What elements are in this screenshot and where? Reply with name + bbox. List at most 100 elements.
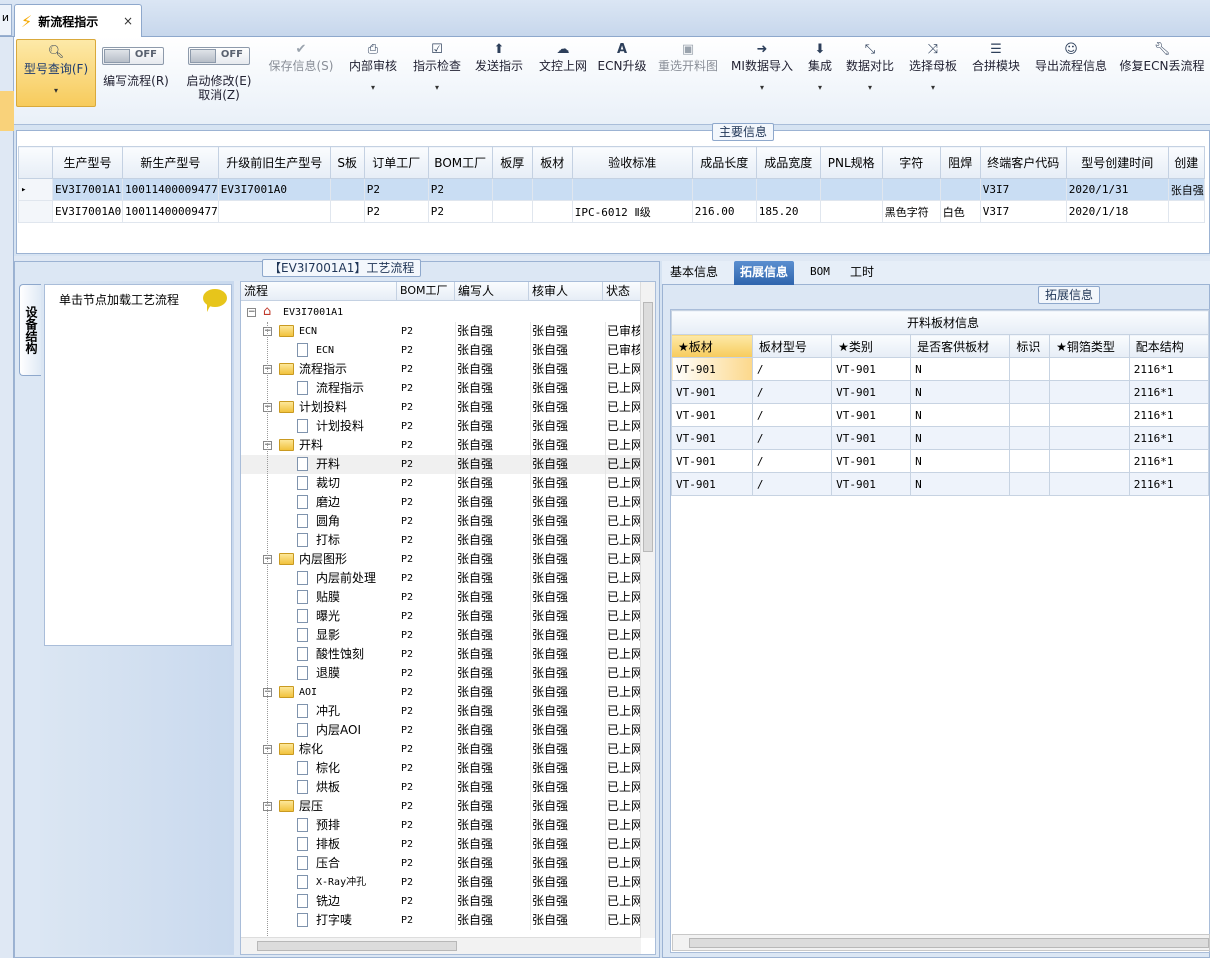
tree-horizontal-scrollbar[interactable] (241, 937, 641, 954)
integrate-button[interactable]: ⬇ 集成 ▾ (802, 37, 838, 125)
main-col-header[interactable]: 验收标准 (571, 146, 693, 179)
ext-col-header[interactable]: 标识 (1009, 334, 1051, 358)
tree-row[interactable]: 棕化 P2 张自强 张自强 已上网 (241, 759, 641, 778)
tree-row[interactable]: 打标 P2 张自强 张自强 已上网 (241, 531, 641, 550)
ecn-upgrade-button[interactable]: A ECN升级 (596, 37, 648, 125)
table-cell[interactable]: N (910, 380, 1011, 404)
row-selector[interactable]: ▸ (18, 178, 53, 201)
col-header-flow[interactable]: 流程 (241, 282, 397, 301)
table-row[interactable]: VT-901/VT-901 N 2116*1 (671, 357, 1210, 381)
tab-basic-info[interactable]: 基本信息 (664, 261, 724, 285)
main-col-header[interactable]: BOM工厂 (427, 146, 493, 179)
table-cell[interactable]: / (751, 403, 833, 427)
table-cell[interactable] (1167, 200, 1205, 223)
chevron-down-icon[interactable]: ▾ (728, 83, 796, 92)
main-col-header[interactable]: S板 (329, 146, 365, 179)
table-cell[interactable]: N (910, 357, 1011, 381)
tree-row[interactable]: − 棕化 P2 张自强 张自强 已上网 (241, 740, 641, 759)
table-cell[interactable]: VT-901 (831, 426, 912, 450)
table-cell[interactable]: / (751, 449, 833, 473)
tree-row[interactable]: − 层压 P2 张自强 张自强 已上网 (241, 797, 641, 816)
table-cell[interactable]: P2 (363, 200, 429, 223)
table-cell[interactable] (531, 178, 573, 201)
reselect-cut-drawing-button[interactable]: ▣ 重选开料图 (654, 37, 722, 125)
chevron-down-icon[interactable]: ▾ (802, 83, 838, 92)
write-flow-toggle[interactable]: OFF (102, 47, 164, 65)
table-cell[interactable]: VT-901 (831, 357, 912, 381)
main-col-header[interactable]: 字符 (881, 146, 941, 179)
table-cell[interactable] (1009, 403, 1051, 427)
table-cell[interactable] (1049, 449, 1130, 473)
main-col-header[interactable]: 升级前旧生产型号 (217, 146, 331, 179)
col-header-reviewer[interactable]: 核审人 (529, 282, 603, 301)
table-cell[interactable] (329, 178, 365, 201)
table-cell[interactable] (819, 200, 883, 223)
table-cell[interactable] (939, 178, 981, 201)
tab-new-flow-instruction[interactable]: ⚡ 新流程指示 × (14, 4, 142, 37)
main-col-header[interactable]: 板材 (531, 146, 573, 179)
table-cell[interactable]: / (751, 426, 833, 450)
select-mother-board-button[interactable]: ⤨ 选择母板 ▾ (904, 37, 962, 125)
table-cell[interactable]: 2116*1 (1128, 403, 1210, 427)
start-modify-toggle[interactable]: OFF (188, 47, 250, 65)
tab-extended-info[interactable]: 拓展信息 (734, 261, 795, 285)
table-cell[interactable] (1049, 380, 1130, 404)
table-cell[interactable]: VT-901 (671, 426, 753, 450)
col-header-bom-factory[interactable]: BOM工厂 (397, 282, 455, 301)
tree-row[interactable]: 排板 P2 张自强 张自强 已上网 (241, 835, 641, 854)
node-load-panel[interactable]: 单击节点加载工艺流程 (44, 284, 232, 646)
table-cell[interactable]: VT-901 (671, 449, 753, 473)
tab-bom[interactable]: BOM (804, 261, 836, 285)
tree-row[interactable]: 圆角 P2 张自强 张自强 已上网 (241, 512, 641, 531)
table-cell[interactable] (1049, 472, 1130, 496)
cancel-label[interactable]: 取消(Z) (180, 88, 258, 102)
table-cell[interactable]: 2116*1 (1128, 426, 1210, 450)
scroll-thumb[interactable] (689, 938, 1209, 948)
table-cell[interactable]: 2116*1 (1128, 449, 1210, 473)
table-cell[interactable]: N (910, 472, 1011, 496)
main-col-header[interactable]: 生产型号 (52, 146, 123, 179)
ext-col-header[interactable]: ★铜箔类型 (1049, 334, 1130, 358)
chevron-down-icon[interactable]: ▾ (408, 83, 466, 92)
ext-col-header[interactable]: 是否客供板材 (910, 334, 1011, 358)
table-row[interactable]: VT-901/VT-901 N 2116*1 (671, 472, 1210, 496)
table-cell[interactable]: 185.20 (755, 200, 821, 223)
ext-col-header[interactable]: ★类别 (831, 334, 912, 358)
tree-row[interactable]: 曝光 P2 张自强 张自强 已上网 (241, 607, 641, 626)
table-cell[interactable]: / (751, 380, 833, 404)
tree-row[interactable]: 铣边 P2 张自强 张自强 已上网 (241, 892, 641, 911)
table-cell[interactable]: P2 (427, 178, 493, 201)
tree-row[interactable]: − 流程指示 P2 张自强 张自强 已上网 (241, 360, 641, 379)
doc-upload-button[interactable]: ☁ 文控上网 (534, 37, 592, 125)
vertical-tab-equipment-structure[interactable]: 设备结构 (19, 284, 41, 376)
tree-row[interactable]: − AOI P2 张自强 张自强 已上网 (241, 683, 641, 702)
table-cell[interactable]: 2116*1 (1128, 472, 1210, 496)
instruction-check-button[interactable]: ☑ 指示检查 ▾ (408, 37, 466, 125)
table-cell[interactable] (881, 178, 941, 201)
tree-row[interactable]: ECN P2 张自强 张自强 已审核 (241, 341, 641, 360)
mi-import-button[interactable]: ➜ MI数据导入 ▾ (728, 37, 796, 125)
table-cell[interactable]: VT-901 (831, 380, 912, 404)
tree-row[interactable]: − ⌂ EV3I7001A1 (241, 303, 641, 322)
fix-ecn-button[interactable]: 🔧︎ 修复ECN丢流程 (1118, 37, 1206, 125)
tree-row[interactable]: 内层AOI P2 张自强 张自强 已上网 (241, 721, 641, 740)
col-header-writer[interactable]: 编写人 (455, 282, 529, 301)
chevron-down-icon[interactable]: ▾ (344, 83, 402, 92)
ext-col-header[interactable]: 配本结构 (1128, 334, 1210, 358)
table-row[interactable]: EV3I7001A0 10011400009477 P2 P2 IPC-6012 Ⅱ级 2… (18, 200, 1205, 223)
table-cell[interactable]: VT-901 (831, 449, 912, 473)
table-cell[interactable]: 10011400009477 (122, 200, 219, 223)
tree-row[interactable]: 磨边 P2 张自强 张自强 已上网 (241, 493, 641, 512)
table-cell[interactable] (491, 178, 533, 201)
table-cell[interactable] (217, 200, 331, 223)
table-cell[interactable] (691, 178, 757, 201)
main-col-header[interactable]: 阻焊 (939, 146, 981, 179)
table-cell[interactable]: 216.00 (691, 200, 757, 223)
tree-row[interactable]: 贴膜 P2 张自强 张自强 已上网 (241, 588, 641, 607)
tree-row[interactable]: − 开料 P2 张自强 张自强 已上网 (241, 436, 641, 455)
internal-review-button[interactable]: ⎙ 内部审核 ▾ (344, 37, 402, 125)
table-cell[interactable] (491, 200, 533, 223)
chevron-down-icon[interactable]: ▾ (904, 83, 962, 92)
table-cell[interactable]: 10011400009477 (122, 178, 219, 201)
send-instruction-button[interactable]: ⬆ 发送指示 (470, 37, 528, 125)
